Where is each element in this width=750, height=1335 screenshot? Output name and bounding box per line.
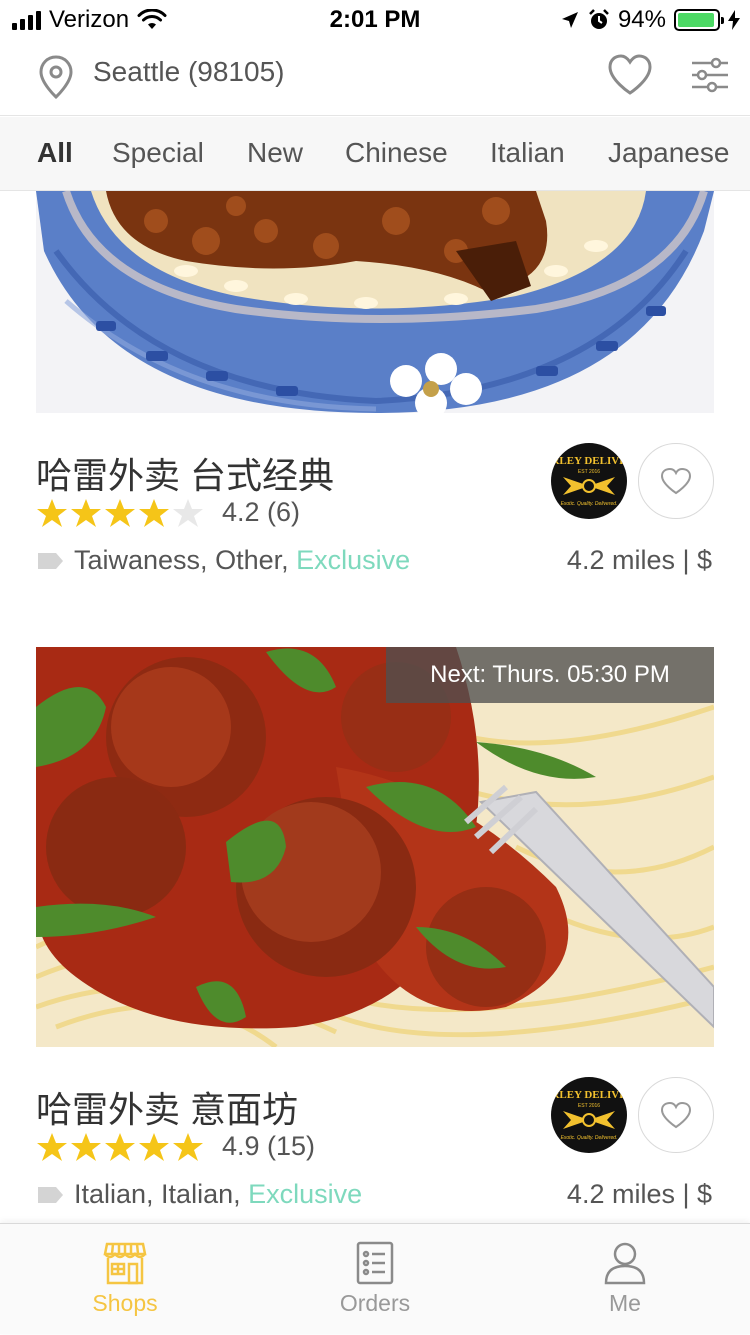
wings-emblem-icon [563,477,615,495]
shop-list[interactable]: 哈雷外卖 台式经典 4.2 (6) Taiwaness, Other, Excl… [0,191,750,1223]
battery-icon [674,9,724,31]
tab-me[interactable]: Me [500,1224,750,1335]
location-label[interactable]: Seattle (98105) [93,56,284,88]
next-delivery-badge: Next: Thurs. 05:30 PM [386,647,714,703]
orders-list-icon [356,1241,394,1285]
rating-row: 4.2 (6) [36,497,300,528]
rice-bowl-photo [36,191,714,413]
distance-price: 4.2 miles | $ [566,545,712,575]
rating-row: 4.9 (15) [36,1131,315,1162]
favorite-button[interactable] [638,1077,714,1153]
star-icon [37,498,67,527]
exclusive-label: Exclusive [296,545,411,575]
star-icon [105,498,135,527]
star-icon [71,498,101,527]
alarm-icon [589,9,609,29]
heart-icon[interactable] [606,53,654,97]
tab-label: Orders [339,1290,411,1316]
person-icon [604,1242,646,1285]
shop-logo: RLEY DELIVE EST 2016 Exotic. Quality. De… [551,1077,627,1153]
tag-icon [38,552,63,569]
spaghetti-meatballs-photo [36,647,714,1047]
rating-text: 4.9 (15) [222,1131,316,1161]
star-empty-icon [173,498,203,527]
star-icon [37,1132,67,1161]
cuisine-tags: Italian, Italian, Exclusive [36,1179,362,1210]
shop-image[interactable]: Next: Thurs. 05:30 PM [36,647,714,1047]
tab-label: Shops [92,1290,158,1316]
location-arrow-icon [561,12,578,28]
tag-icon [38,1186,63,1203]
tab-chinese[interactable]: Chinese [345,137,448,169]
heart-outline-icon [660,467,692,495]
star-icon [105,1132,135,1161]
wings-emblem-icon [563,1111,615,1129]
tab-new[interactable]: New [247,137,303,169]
shop-image[interactable] [36,191,714,413]
favorite-button[interactable] [638,443,714,519]
tab-japanese[interactable]: Japanese [608,137,729,169]
tab-shops[interactable]: Shops [0,1224,250,1335]
tab-special[interactable]: Special [112,137,204,169]
shop-name[interactable]: 哈雷外卖 意面坊 [36,1081,298,1133]
rating-text: 4.2 (6) [222,497,301,527]
star-icon [71,1132,101,1161]
star-icon [173,1132,203,1161]
distance-price: 4.2 miles | $ [566,1179,712,1209]
cuisine-text: Italian, Italian, [74,1179,241,1209]
location-header: Seattle (98105) [0,40,750,116]
category-tabs: All Special New Chinese Italian Japanese [0,117,750,191]
location-pin-icon[interactable] [36,54,76,100]
star-icon [139,498,169,527]
star-icon [139,1132,169,1161]
bottom-tab-bar: Shops Orders Me [0,1223,750,1334]
tab-italian[interactable]: Italian [490,137,565,169]
charging-icon [728,10,740,30]
shop-icon [103,1242,147,1285]
shop-name[interactable]: 哈雷外卖 台式经典 [36,447,334,499]
filter-sliders-icon[interactable] [688,53,732,97]
tab-orders[interactable]: Orders [250,1224,500,1335]
cuisine-tags: Taiwaness, Other, Exclusive [36,545,410,576]
exclusive-label: Exclusive [248,1179,363,1209]
heart-outline-icon [660,1101,692,1129]
shop-logo: RLEY DELIVE EST 2016 Exotic. Quality. De… [551,443,627,519]
status-bar: Verizon 2:01 PM 94% [0,0,750,40]
tab-label: Me [609,1290,641,1316]
tab-all[interactable]: All [37,137,73,169]
battery-percent: 94% [617,6,666,33]
cuisine-text: Taiwaness, Other, [74,545,289,575]
